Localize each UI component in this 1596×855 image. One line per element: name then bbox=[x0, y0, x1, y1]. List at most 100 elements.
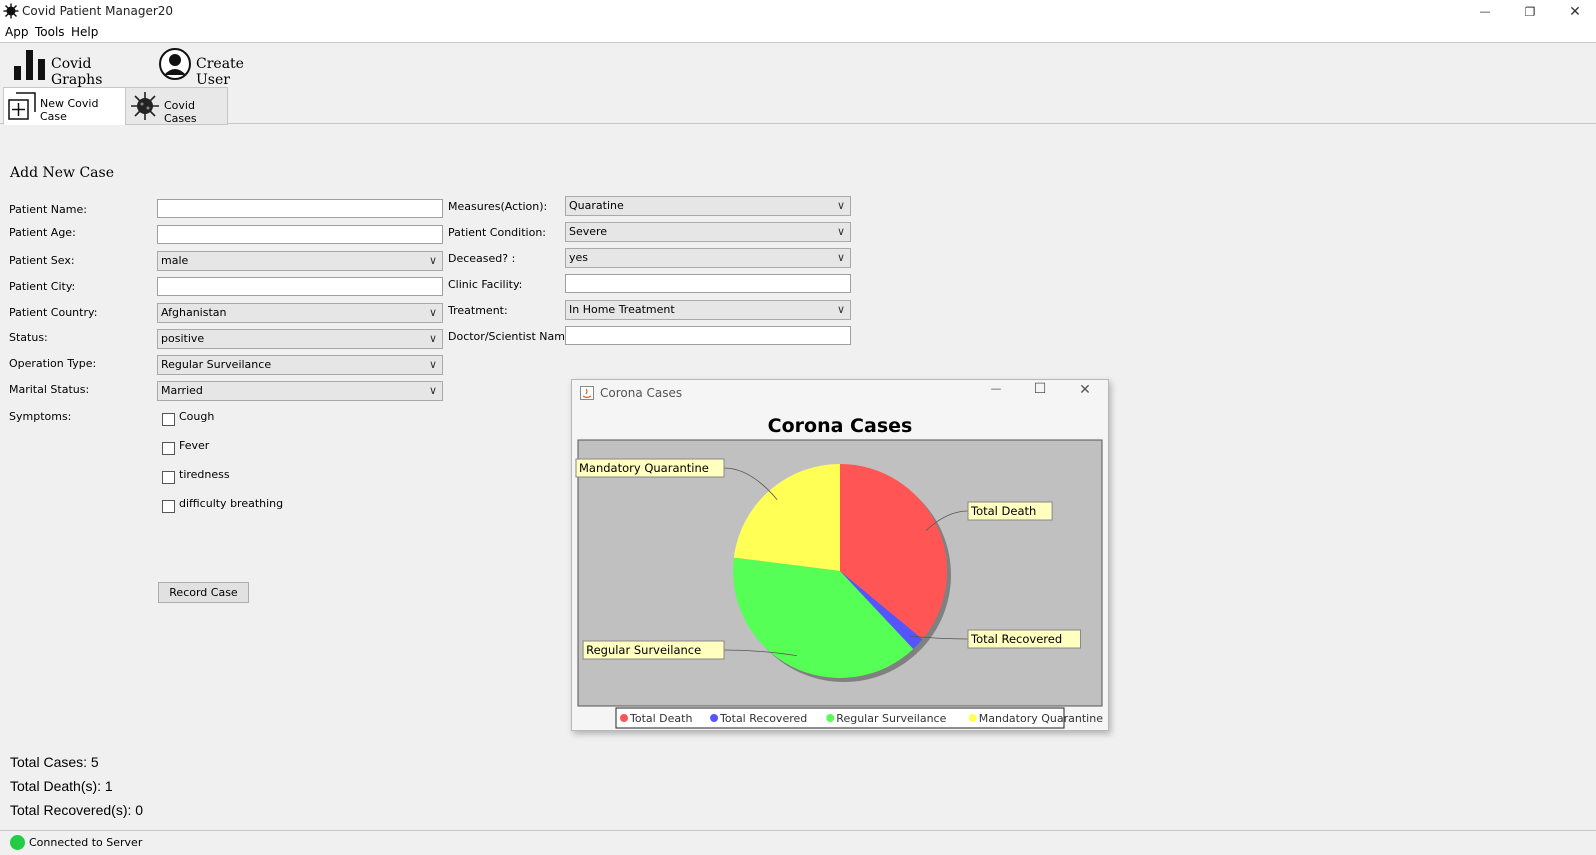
patient-sex-value: male bbox=[161, 254, 189, 267]
fever-checkbox[interactable] bbox=[162, 442, 175, 455]
tab-covid-cases-label: Covid Cases bbox=[164, 99, 197, 125]
close-icon: ✕ bbox=[1569, 3, 1581, 20]
add-box-icon bbox=[8, 92, 36, 120]
pie-chart: Corona Cases Total Death Total Recovered R… bbox=[575, 415, 1103, 729]
slice-label: Total Death bbox=[970, 504, 1036, 518]
doctor-name-input[interactable] bbox=[565, 326, 851, 345]
menu-tools[interactable]: Tools bbox=[35, 25, 65, 39]
user-icon bbox=[159, 48, 191, 80]
marital-status-label: Marital Status: bbox=[9, 383, 90, 396]
legend-entry: Total Death bbox=[629, 712, 692, 725]
slice-label: Total Recovered bbox=[970, 632, 1062, 646]
close-button[interactable]: ✕ bbox=[1552, 0, 1596, 23]
chart-title: Corona Cases bbox=[768, 415, 913, 437]
minimize-icon: — bbox=[1479, 5, 1491, 18]
patient-age-input[interactable] bbox=[157, 225, 443, 244]
chevron-down-icon: ∨ bbox=[836, 303, 845, 316]
doctor-name-label: Doctor/Scientist Name: bbox=[448, 330, 576, 343]
legend-swatch bbox=[710, 714, 719, 722]
patient-condition-label: Patient Condition: bbox=[448, 226, 546, 239]
restore-button[interactable]: ❐ bbox=[1507, 0, 1553, 23]
patient-condition-select[interactable]: Severe ∨ bbox=[565, 222, 851, 242]
tiredness-checkbox[interactable] bbox=[162, 471, 175, 484]
slice-label: Mandatory Quarantine bbox=[579, 461, 709, 475]
patient-age-label: Patient Age: bbox=[9, 226, 76, 239]
difficulty-breathing-checkbox[interactable] bbox=[162, 500, 175, 513]
patient-sex-select[interactable]: male ∨ bbox=[157, 251, 443, 271]
treatment-value: In Home Treatment bbox=[569, 303, 675, 316]
tab-new-covid-case-label: New Covid Case bbox=[40, 97, 99, 123]
deceased-select[interactable]: yes ∨ bbox=[565, 248, 851, 268]
operation-type-label: Operation Type: bbox=[9, 357, 97, 370]
measures-label: Measures(Action): bbox=[448, 200, 548, 213]
patient-country-value: Afghanistan bbox=[161, 306, 227, 319]
chevron-down-icon: ∨ bbox=[836, 199, 845, 212]
tab-new-covid-case[interactable]: New Covid Case bbox=[3, 87, 127, 125]
status-bar: Connected to Server bbox=[0, 830, 1596, 855]
patient-country-select[interactable]: Afghanistan ∨ bbox=[157, 303, 443, 323]
total-recovered-text: Total Recovered(s): 0 bbox=[10, 802, 144, 818]
difficulty-breathing-label: difficulty breathing bbox=[179, 497, 284, 510]
tiredness-label: tiredness bbox=[179, 468, 230, 481]
menu-help[interactable]: Help bbox=[71, 25, 98, 39]
connection-indicator bbox=[10, 835, 25, 850]
create-user-button[interactable]: Create User bbox=[158, 45, 278, 88]
treatment-select[interactable]: In Home Treatment ∨ bbox=[565, 300, 851, 320]
legend-swatch bbox=[826, 714, 835, 722]
legend-entry: Mandatory Quarantine bbox=[979, 712, 1103, 725]
patient-city-input[interactable] bbox=[157, 277, 443, 296]
cough-label: Cough bbox=[179, 410, 215, 423]
legend-swatch bbox=[620, 714, 628, 722]
measures-select[interactable]: Quaratine ∨ bbox=[565, 196, 851, 216]
restore-icon: ❐ bbox=[1524, 4, 1536, 19]
treatment-label: Treatment: bbox=[448, 304, 508, 317]
virus-icon bbox=[3, 3, 19, 19]
create-user-label: Create User bbox=[196, 56, 244, 88]
patient-condition-value: Severe bbox=[569, 225, 608, 238]
patient-sex-label: Patient Sex: bbox=[9, 254, 75, 267]
chevron-down-icon: ∨ bbox=[428, 332, 437, 345]
legend-swatch bbox=[968, 714, 977, 722]
status-value: positive bbox=[161, 332, 205, 345]
total-cases-text: Total Cases: 5 bbox=[10, 754, 99, 770]
measures-value: Quaratine bbox=[569, 199, 624, 212]
covid-graphs-button[interactable]: Covid Graphs bbox=[12, 45, 140, 88]
status-select[interactable]: positive ∨ bbox=[157, 329, 443, 349]
fever-label: Fever bbox=[179, 439, 210, 452]
symptoms-label: Symptoms: bbox=[9, 410, 72, 423]
patient-city-label: Patient City: bbox=[9, 280, 76, 293]
patient-name-input[interactable] bbox=[157, 199, 443, 218]
deceased-value: yes bbox=[569, 251, 589, 264]
status-label: Status: bbox=[9, 331, 48, 344]
chevron-down-icon: ∨ bbox=[428, 254, 437, 267]
covid-graphs-label: Covid Graphs bbox=[51, 56, 103, 88]
chevron-down-icon: ∨ bbox=[428, 384, 437, 397]
clinic-facility-label: Clinic Facility: bbox=[448, 278, 523, 291]
menu-app[interactable]: App bbox=[5, 25, 28, 39]
slice-label: Regular Surveilance bbox=[586, 643, 701, 657]
bar-chart-icon bbox=[14, 50, 45, 80]
operation-type-select[interactable]: Regular Surveilance ∨ bbox=[157, 355, 443, 375]
tab-divider bbox=[0, 123, 1596, 124]
patient-country-label: Patient Country: bbox=[9, 306, 98, 319]
total-deaths-text: Total Death(s): 1 bbox=[10, 778, 113, 794]
menu-bar bbox=[0, 23, 1596, 43]
tab-covid-cases[interactable]: Covid Cases bbox=[125, 87, 228, 125]
legend-entry: Total Recovered bbox=[719, 712, 807, 725]
virus-icon bbox=[131, 92, 159, 120]
cough-checkbox[interactable] bbox=[162, 413, 175, 426]
marital-status-value: Married bbox=[161, 384, 203, 397]
deceased-label: Deceased? : bbox=[448, 252, 516, 265]
title-bar bbox=[0, 0, 1596, 23]
chart-window: Corona Cases — ☐ ✕ Corona Cases Total De… bbox=[571, 379, 1109, 731]
chevron-down-icon: ∨ bbox=[836, 225, 845, 238]
minimize-button[interactable]: — bbox=[1462, 0, 1508, 23]
marital-status-select[interactable]: Married ∨ bbox=[157, 381, 443, 401]
clinic-facility-input[interactable] bbox=[565, 274, 851, 293]
record-case-button[interactable]: Record Case bbox=[158, 582, 249, 603]
window-title: Covid Patient Manager20 bbox=[22, 4, 174, 18]
connection-status-text: Connected to Server bbox=[29, 836, 143, 849]
operation-type-value: Regular Surveilance bbox=[161, 358, 272, 371]
legend-entry: Regular Surveilance bbox=[836, 712, 946, 725]
form-heading: Add New Case bbox=[10, 165, 114, 181]
